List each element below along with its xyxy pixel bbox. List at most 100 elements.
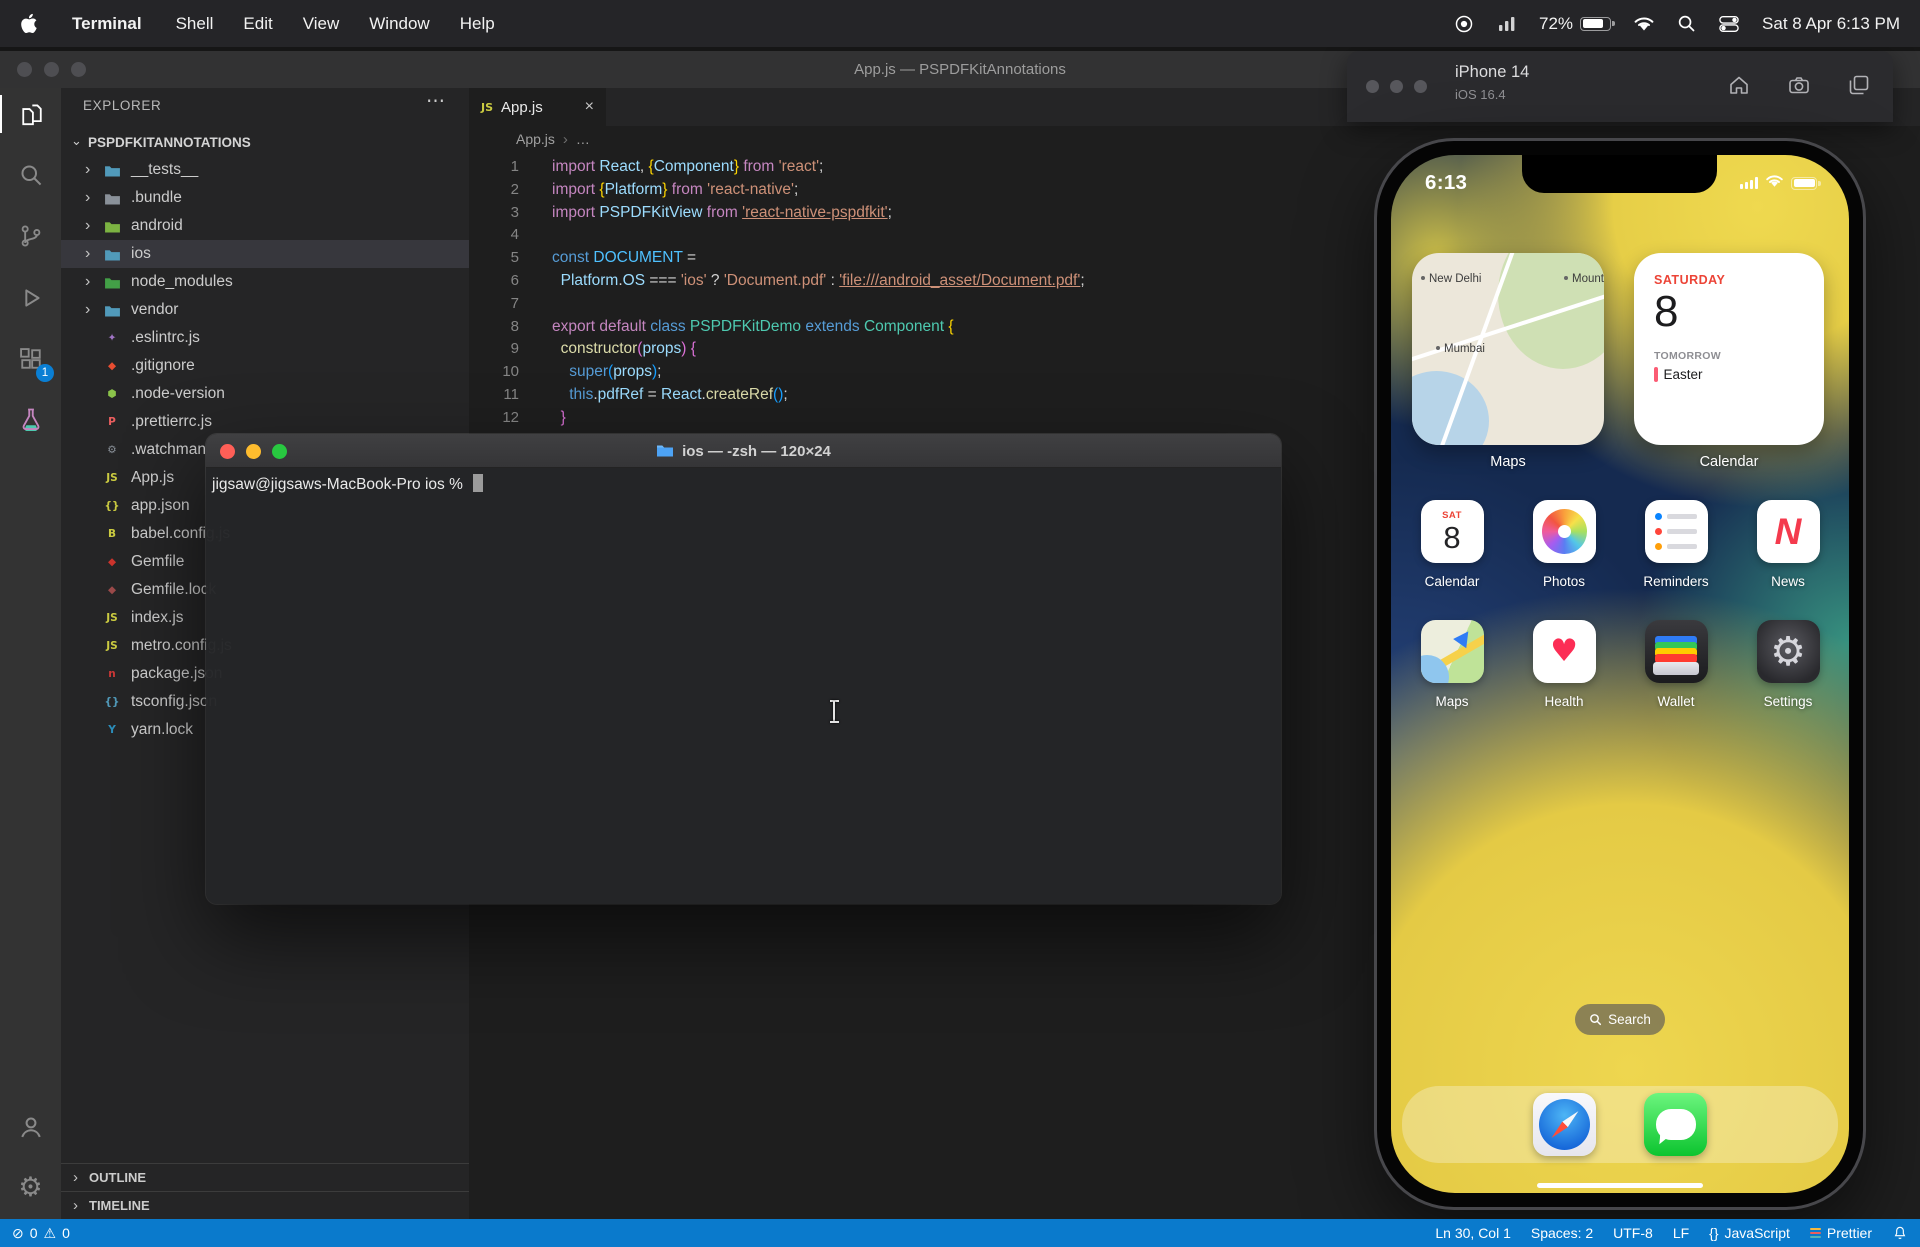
extensions-activity-icon[interactable]: 1 <box>0 335 61 383</box>
calendar-widget[interactable]: SATURDAY 8 TOMORROW Easter <box>1634 253 1824 445</box>
explorer-activity-icon[interactable] <box>0 90 61 138</box>
photos-app-icon[interactable] <box>1533 500 1596 563</box>
breadcrumb-more[interactable]: … <box>576 131 590 147</box>
extension-flask-icon[interactable] <box>0 396 61 444</box>
code-text: } <box>552 407 566 430</box>
app-calendar[interactable]: SAT8Calendar <box>1414 500 1490 589</box>
code-text: super(props); <box>552 361 661 384</box>
source-control-activity-icon[interactable] <box>0 212 61 260</box>
wifi-icon[interactable] <box>1633 16 1655 32</box>
minimize-window-button[interactable] <box>44 62 59 77</box>
project-name: PSPDFKITANNOTATIONS <box>88 135 251 150</box>
folder-icon <box>103 162 121 178</box>
app-maps[interactable]: Maps <box>1414 620 1490 709</box>
menu-view[interactable]: View <box>303 14 340 34</box>
tree-item-android[interactable]: ›android <box>61 212 469 240</box>
explorer-actions-icon[interactable]: ⋯ <box>426 90 445 113</box>
battery-status[interactable]: 72% <box>1539 14 1611 34</box>
close-window-button[interactable] <box>17 62 32 77</box>
vscode-window-controls <box>17 62 86 77</box>
news-app-icon[interactable]: N <box>1757 500 1820 563</box>
zoom-window-button[interactable] <box>71 62 86 77</box>
new-window-icon[interactable] <box>1847 73 1871 102</box>
dock <box>1402 1086 1838 1163</box>
app-settings[interactable]: ⚙Settings <box>1750 620 1826 709</box>
tree-item-.bundle[interactable]: ›.bundle <box>61 184 469 212</box>
section-outline[interactable]: ›OUTLINE <box>61 1163 469 1191</box>
app-news[interactable]: NNews <box>1750 500 1826 589</box>
spotlight-search-pill[interactable]: Search <box>1575 1004 1665 1035</box>
zoom-window-button[interactable] <box>1414 80 1427 93</box>
notifications-bell-icon[interactable] <box>1892 1225 1908 1241</box>
file-icon: B <box>103 526 121 542</box>
menu-help[interactable]: Help <box>460 14 495 34</box>
tab-appjs[interactable]: JS App.js × <box>469 88 606 126</box>
run-debug-activity-icon[interactable] <box>0 274 61 322</box>
control-center-icon[interactable] <box>1718 14 1740 34</box>
indentation-setting[interactable]: Spaces: 2 <box>1531 1225 1593 1241</box>
section-timeline[interactable]: ›TIMELINE <box>61 1191 469 1219</box>
home-button-icon[interactable] <box>1727 73 1751 102</box>
eol-setting[interactable]: LF <box>1673 1225 1689 1241</box>
problems-indicator[interactable]: ⊘ 0 ⚠ 0 <box>12 1225 70 1241</box>
tree-item-label: .node-version <box>131 385 225 403</box>
search-activity-icon[interactable] <box>0 151 61 199</box>
tree-item-.prettierrc.js[interactable]: P.prettierrc.js <box>61 408 469 436</box>
tree-item-.node-version[interactable]: ⬢.node-version <box>61 380 469 408</box>
screen-recording-icon[interactable] <box>1453 13 1475 35</box>
terminal-window[interactable]: ios — -zsh — 120×24 jigsaw@jigsaws-MacBo… <box>206 434 1281 904</box>
menu-clock[interactable]: Sat 8 Apr 6:13 PM <box>1762 14 1900 34</box>
accounts-icon[interactable] <box>0 1103 61 1151</box>
calendar-app-icon[interactable]: SAT8 <box>1421 500 1484 563</box>
reminders-app-icon[interactable] <box>1645 500 1708 563</box>
wifi-icon <box>1765 174 1784 193</box>
tree-item-ios[interactable]: ›ios <box>61 240 469 268</box>
breadcrumb[interactable]: App.js › … <box>516 126 590 152</box>
app-health[interactable]: ♥Health <box>1526 620 1602 709</box>
app-wallet[interactable]: Wallet <box>1638 620 1714 709</box>
menu-edit[interactable]: Edit <box>243 14 272 34</box>
project-root-folder[interactable]: ⌄ PSPDFKITANNOTATIONS <box>61 128 469 156</box>
desktop: Terminal Shell Edit View Window Help 72% <box>0 0 1920 1247</box>
tree-item-.gitignore[interactable]: ◆.gitignore <box>61 352 469 380</box>
file-icon: {} <box>103 498 121 514</box>
cursor-position[interactable]: Ln 30, Col 1 <box>1435 1225 1511 1241</box>
settings-gear-icon[interactable]: ⚙ <box>0 1163 61 1211</box>
terminal-body[interactable]: jigsaw@jigsaws-MacBook-Pro ios % <box>206 468 1281 494</box>
cellular-signal-icon <box>1740 177 1759 189</box>
formatter-status[interactable]: Prettier <box>1810 1225 1872 1241</box>
section-label: TIMELINE <box>89 1198 150 1213</box>
tree-item-__tests__[interactable]: ›__tests__ <box>61 156 469 184</box>
spotlight-search-icon[interactable] <box>1677 14 1696 33</box>
encoding-setting[interactable]: UTF-8 <box>1613 1225 1653 1241</box>
menu-window[interactable]: Window <box>369 14 429 34</box>
maps-app-icon[interactable] <box>1421 620 1484 683</box>
tree-item-.eslintrc.js[interactable]: ✦.eslintrc.js <box>61 324 469 352</box>
tree-item-label: .gitignore <box>131 357 195 375</box>
language-mode[interactable]: {} JavaScript <box>1709 1225 1790 1241</box>
apple-menu-icon[interactable] <box>20 13 38 34</box>
simulator-title-bar[interactable]: iPhone 14 iOS 16.4 <box>1347 51 1893 122</box>
settings-app-icon[interactable]: ⚙ <box>1757 620 1820 683</box>
maps-widget[interactable]: New Delhi Mount E Mumbai <box>1412 253 1604 445</box>
safari-app-icon[interactable] <box>1533 1093 1596 1156</box>
messages-app-icon[interactable] <box>1644 1093 1707 1156</box>
home-indicator[interactable] <box>1537 1183 1703 1188</box>
line-number: 4 <box>469 224 519 247</box>
close-tab-icon[interactable]: × <box>585 98 594 116</box>
app-photos[interactable]: Photos <box>1526 500 1602 589</box>
terminal-title-bar[interactable]: ios — -zsh — 120×24 <box>206 434 1281 468</box>
tree-item-vendor[interactable]: ›vendor <box>61 296 469 324</box>
menu-shell[interactable]: Shell <box>176 14 214 34</box>
network-activity-icon[interactable] <box>1497 15 1517 33</box>
app-reminders[interactable]: Reminders <box>1638 500 1714 589</box>
health-app-icon[interactable]: ♥ <box>1533 620 1596 683</box>
close-window-button[interactable] <box>1366 80 1379 93</box>
tree-item-node_modules[interactable]: ›node_modules <box>61 268 469 296</box>
explorer-header: EXPLORER <box>83 98 161 113</box>
menu-app-name[interactable]: Terminal <box>72 14 142 34</box>
screenshot-camera-icon[interactable] <box>1787 73 1811 102</box>
minimize-window-button[interactable] <box>1390 80 1403 93</box>
breadcrumb-file[interactable]: App.js <box>516 131 555 147</box>
wallet-app-icon[interactable] <box>1645 620 1708 683</box>
